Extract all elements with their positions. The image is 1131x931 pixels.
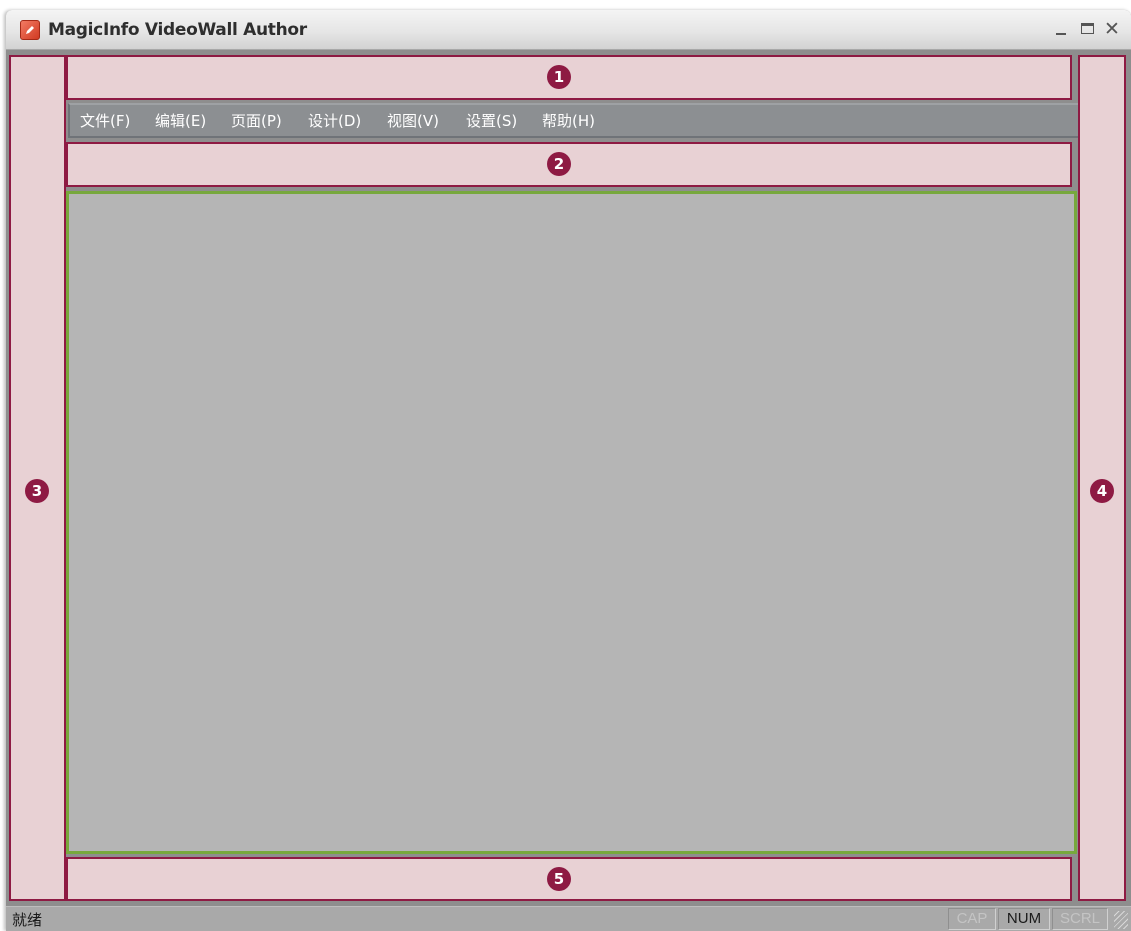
close-icon[interactable]: ✕ [1104,20,1120,39]
status-text: 就绪 [12,911,43,929]
num-lock-indicator: NUM [998,908,1050,930]
highlight-zone-2: 2 [66,142,1072,187]
zone-number-badge: 2 [547,152,571,176]
menu-settings[interactable]: 设置(S) [466,110,517,132]
highlight-zone-1: 1 [66,55,1072,100]
scroll-lock-indicator: SCRL [1052,908,1108,930]
menu-file[interactable]: 文件(F) [80,110,130,132]
menu-page[interactable]: 页面(P) [231,110,282,132]
menu-design[interactable]: 设计(D) [308,110,361,132]
maximize-icon[interactable] [1080,20,1096,38]
title-bar[interactable]: MagicInfo VideoWall Author ✕ [6,10,1131,50]
zone-number-badge: 1 [547,65,571,89]
highlight-zone-5: 5 [66,857,1072,901]
main-area: 1 文件(F) 编辑(E) 页面(P) 设计(D) 视图(V) 设置(S) 帮助… [6,51,1131,906]
menu-help[interactable]: 帮助(H) [542,110,595,132]
highlight-zone-4: 4 [1078,55,1126,901]
resize-grip-icon[interactable] [1114,911,1128,929]
design-canvas[interactable] [66,191,1077,854]
menu-bar: 文件(F) 编辑(E) 页面(P) 设计(D) 视图(V) 设置(S) 帮助(H… [68,103,1080,138]
highlight-zone-3: 3 [9,55,66,901]
zone-number-badge: 3 [25,479,49,503]
menu-view[interactable]: 视图(V) [387,110,439,132]
zone-number-badge: 5 [547,867,571,891]
status-bar: 就绪 CAP NUM SCRL [6,906,1131,931]
caps-lock-indicator: CAP [948,908,996,930]
window-title: MagicInfo VideoWall Author [48,20,307,40]
menu-edit[interactable]: 编辑(E) [155,110,206,132]
minimize-icon[interactable] [1054,20,1070,38]
app-logo-icon [20,20,40,40]
zone-number-badge: 4 [1090,479,1114,503]
app-window: MagicInfo VideoWall Author ✕ 1 文件(F) 编辑(… [6,10,1131,931]
